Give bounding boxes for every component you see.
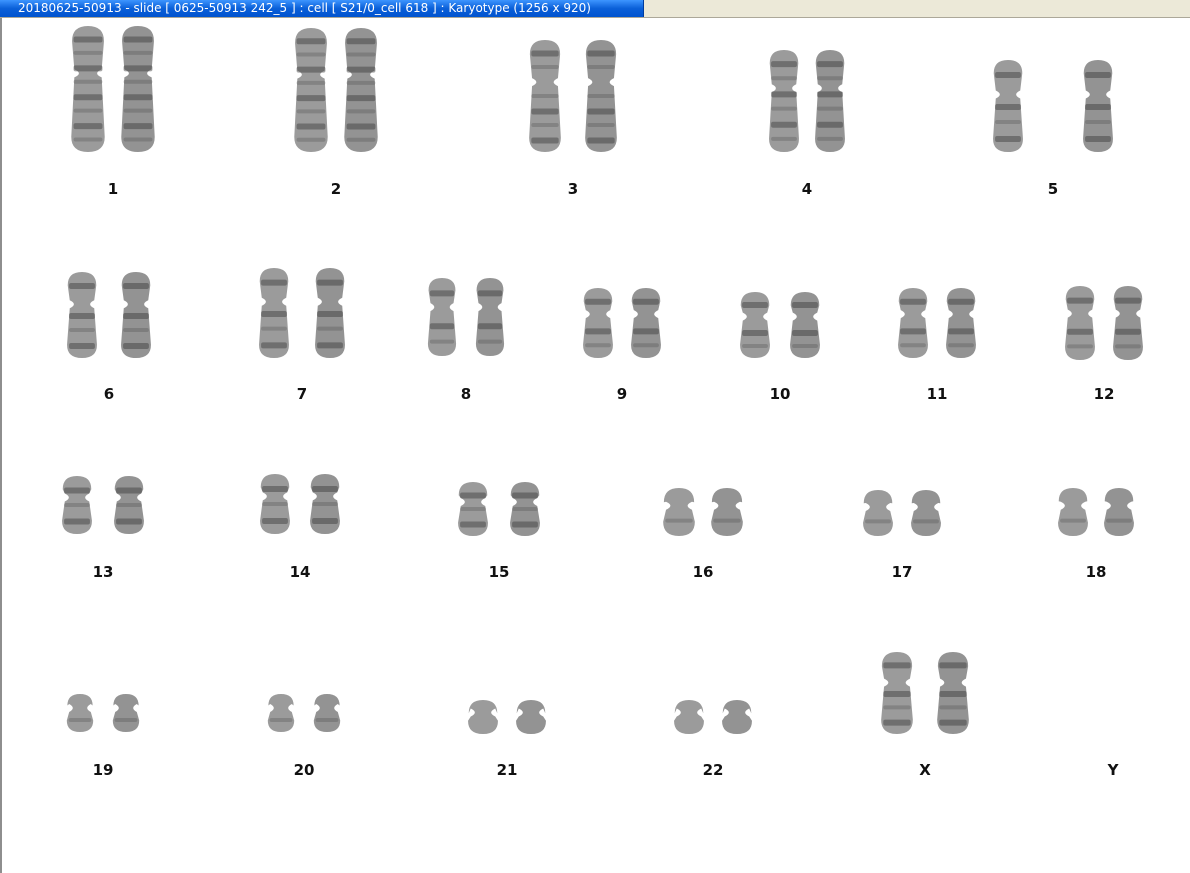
chromosome-pair-20[interactable] [266,692,342,734]
chromosome-body [1104,488,1134,536]
chromosome-pair-13[interactable] [60,474,146,536]
window-title-bar: 20180625-50913 - slide [ 0625-50913 242_… [0,0,1190,18]
chromosome-pair-9[interactable] [581,286,663,360]
chromosome-body [585,40,617,152]
chromosome-body [112,694,140,732]
chromosome-body [790,292,820,358]
chromosome-pair-8[interactable] [426,276,506,358]
chromosome-body [1065,286,1095,360]
chromosome-body [71,26,105,152]
chromosome-body [863,490,893,536]
chromosome-label-17: 17 [891,563,913,581]
chromosome-pair-10[interactable] [738,290,822,360]
chromosome-body [114,476,144,534]
chromosome-pair-5[interactable] [991,58,1115,154]
chromosome-label-21: 21 [496,761,518,779]
chromosome-body [815,50,845,152]
chromosome-pair-17[interactable] [861,488,943,538]
chromosome-body [674,700,704,734]
chromosome-label-5: 5 [1047,180,1059,198]
chromosome-label-6: 6 [103,385,115,403]
chromosome-label-14: 14 [289,563,311,581]
chromosome-body [344,28,378,152]
chromosome-body [631,288,661,358]
chromosome-pair-7[interactable] [257,266,347,360]
chromosome-label-15: 15 [488,563,510,581]
chromosome-body [946,288,976,358]
chromosome-label-3: 3 [567,180,579,198]
chromosome-body [1113,286,1143,360]
chromosome-pair-22[interactable] [672,698,754,736]
chromosome-label-2: 2 [330,180,342,198]
chromosome-pair-3[interactable] [527,38,619,154]
window-title[interactable]: 20180625-50913 - slide [ 0625-50913 242_… [0,0,644,17]
chromosome-pair-16[interactable] [661,486,745,538]
chromosome-label-12: 12 [1093,385,1115,403]
chromosome-body [1083,60,1113,152]
chromosome-body [313,694,341,732]
chromosome-pair-1[interactable] [69,24,157,154]
chromosome-pair-4[interactable] [767,48,847,154]
chromosome-label-10: 10 [769,385,791,403]
chromosome-pair-14[interactable] [258,472,342,536]
chromosome-label-19: 19 [92,761,114,779]
chromosome-body [310,474,340,534]
chromosome-body [260,474,290,534]
chromosome-body [259,268,289,358]
chromosome-pair-18[interactable] [1056,486,1136,538]
chromosome-body [516,700,546,734]
chromosome-body [121,26,155,152]
chromosome-label-7: 7 [296,385,308,403]
chromosome-body [911,490,941,536]
chromosome-body [67,272,97,358]
chromosome-label-9: 9 [616,385,628,403]
chromosome-body [315,268,345,358]
chromosome-label-11: 11 [926,385,948,403]
chromosome-body [510,482,540,536]
chromosome-body [267,694,295,732]
chromosome-pair-15[interactable] [456,480,542,538]
chromosome-body [468,700,498,734]
chromosome-label-22: 22 [702,761,724,779]
karyotype-canvas: 1 2 3 4 5 6 7 8 9 10 11 12 13 14 15 16 17 18 19 20 21 22 X Y [0,18,1190,873]
chromosome-body [740,292,770,358]
chromosome-pair-6[interactable] [65,270,153,360]
chromosome-label-13: 13 [92,563,114,581]
chromosome-pair-12[interactable] [1063,284,1145,362]
chromosome-body [62,476,92,534]
chromosome-body [427,278,457,356]
chromosome-body [458,482,488,536]
chromosome-body [121,272,151,358]
chromosome-body [294,28,328,152]
chromosome-label-16: 16 [692,563,714,581]
chromosome-pair-19[interactable] [65,692,141,734]
chromosome-label-x: X [919,761,931,779]
chromosome-pair-11[interactable] [896,286,978,360]
chromosome-body [1058,488,1088,536]
chromosome-body [881,652,913,734]
chromosome-label-20: 20 [293,761,315,779]
chromosome-pair-2[interactable] [292,26,380,154]
chromosome-label-4: 4 [801,180,813,198]
chromosome-body [993,60,1023,152]
chromosome-pair-21[interactable] [466,698,548,736]
chromosome-body [529,40,561,152]
chromosome-body [663,488,695,536]
chromosome-body [475,278,505,356]
chromosome-body [583,288,613,358]
chromosome-body [937,652,969,734]
chromosome-label-y: Y [1107,761,1119,779]
chromosome-body [769,50,799,152]
chromosome-label-18: 18 [1085,563,1107,581]
chromosome-label-1: 1 [107,180,119,198]
chromosome-body [722,700,752,734]
chromosome-pair-x[interactable] [879,650,971,736]
chromosome-label-8: 8 [460,385,472,403]
chromosome-body [898,288,928,358]
chromosome-body [711,488,743,536]
chromosome-body [66,694,94,732]
